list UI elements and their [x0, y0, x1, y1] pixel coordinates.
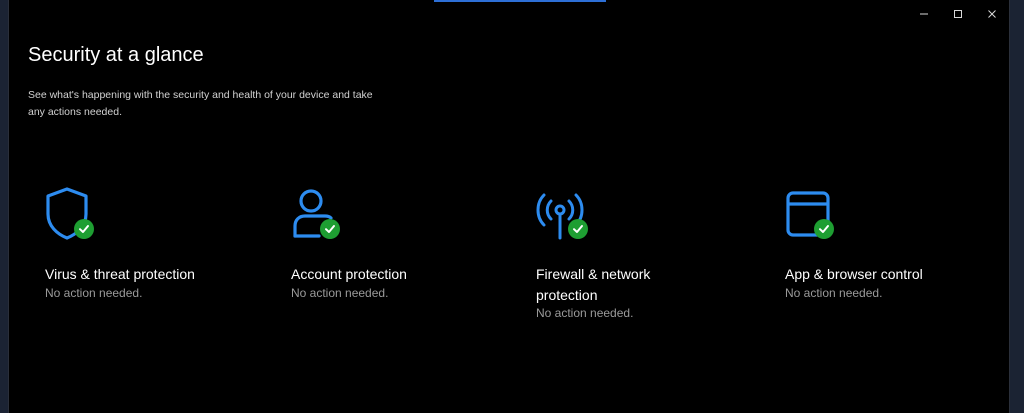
maximize-icon [954, 10, 962, 18]
card-app-browser-control[interactable]: App & browser control No action needed. [785, 186, 1005, 300]
card-status: No action needed. [291, 286, 389, 300]
close-button[interactable] [975, 0, 1009, 28]
app-window: Security at a glance See what's happenin… [8, 0, 1010, 413]
check-badge [568, 219, 588, 239]
card-icon-container [536, 186, 596, 246]
card-title[interactable]: Account protection [291, 264, 451, 285]
card-status: No action needed. [536, 306, 634, 320]
checkmark-icon [819, 225, 829, 233]
checkmark-icon [79, 225, 89, 233]
check-badge [74, 219, 94, 239]
browser-window-icon [786, 191, 830, 237]
card-icon-container [291, 186, 351, 246]
person-icon [293, 189, 333, 238]
maximize-button[interactable] [941, 0, 975, 28]
checkmark-icon [325, 225, 335, 233]
card-icon-container [45, 186, 105, 246]
check-badge [320, 219, 340, 239]
page-subtitle: See what's happening with the security a… [28, 89, 373, 118]
card-virus-threat-protection[interactable]: Virus & threat protection No action need… [45, 186, 265, 300]
antenna-icon [536, 193, 584, 240]
title-bar-accent [434, 0, 606, 2]
caption-buttons [907, 0, 1009, 28]
card-title[interactable]: Firewall & network protection [536, 264, 686, 306]
card-status: No action needed. [785, 286, 883, 300]
shield-icon [46, 187, 88, 240]
card-account-protection[interactable]: Account protection No action needed. [291, 186, 511, 300]
card-firewall-network-protection[interactable]: Firewall & network protection No action … [536, 186, 756, 320]
page-title: Security at a glance [28, 44, 204, 66]
card-icon-container [785, 186, 845, 246]
close-icon [988, 10, 996, 18]
checkmark-icon [573, 225, 583, 233]
minimize-icon [920, 13, 928, 15]
card-title[interactable]: Virus & threat protection [45, 264, 205, 285]
card-title[interactable]: App & browser control [785, 264, 985, 285]
card-status: No action needed. [45, 286, 143, 300]
minimize-button[interactable] [907, 0, 941, 28]
check-badge [814, 219, 834, 239]
